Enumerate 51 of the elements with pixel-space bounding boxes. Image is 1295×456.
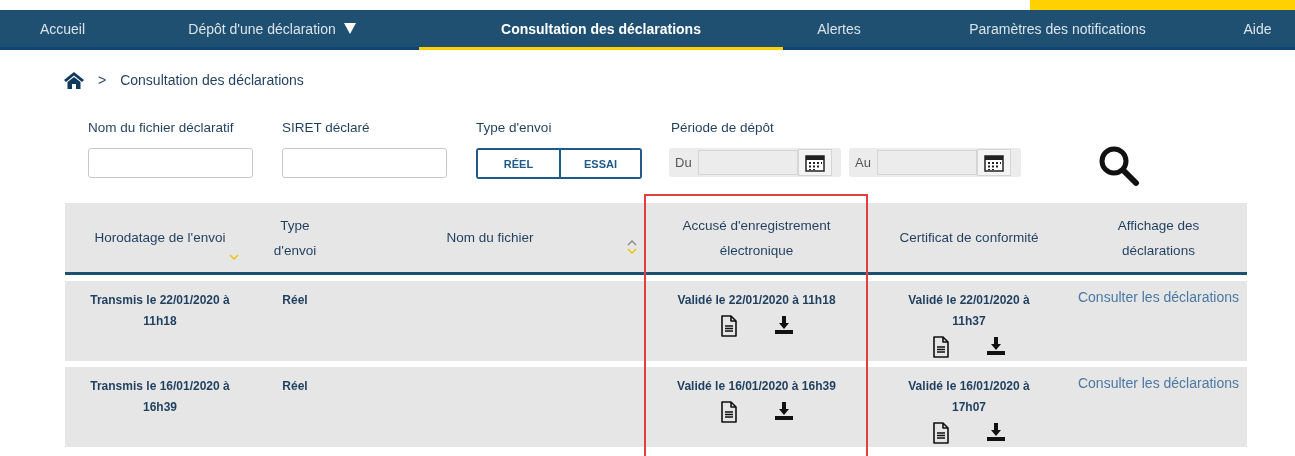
search-icon[interactable] xyxy=(1098,145,1140,187)
sort-icon[interactable] xyxy=(627,240,637,254)
calendar-icon xyxy=(804,153,825,172)
table-cell-text: Validé le 22/01/2020 à 11h18 xyxy=(677,292,836,309)
nav-tab[interactable]: Aide xyxy=(1220,10,1295,50)
download-icon[interactable] xyxy=(773,315,794,335)
table-cell-text: Validé le 16/01/2020 à 16h39 xyxy=(677,378,836,395)
calendar-icon xyxy=(983,153,1004,172)
column-header: Certificat de conformité xyxy=(899,229,1039,247)
document-icon[interactable] xyxy=(719,401,738,423)
input-field[interactable] xyxy=(282,148,447,178)
nav-tab[interactable]: Consultation des déclarations xyxy=(419,10,783,50)
document-icon[interactable] xyxy=(719,315,738,337)
field-label: SIRET déclaré xyxy=(282,120,371,135)
table-cell-text: Réel xyxy=(282,378,308,395)
consult-link[interactable]: Consulter les déclarations xyxy=(1077,373,1240,394)
breadcrumb-current: Consultation des déclarations xyxy=(120,72,304,88)
column-header: Horodatage de l'envoi xyxy=(94,229,226,247)
date-field[interactable] xyxy=(876,150,977,175)
date-field[interactable] xyxy=(697,150,798,175)
field-label: Période de dépôt xyxy=(671,120,775,135)
date-prefix: Du xyxy=(674,155,693,170)
date-prefix: Au xyxy=(854,155,872,170)
calendar-button[interactable] xyxy=(797,149,832,176)
column-header: Nom du fichier xyxy=(446,229,534,247)
field-label: Type d'envoi xyxy=(476,120,553,135)
table-cell-text: Transmis le 22/01/2020 à 11h18 xyxy=(89,292,231,330)
document-icon[interactable] xyxy=(932,336,950,358)
nav-tab[interactable]: Dépôt d'une déclaration xyxy=(125,10,419,50)
download-icon[interactable] xyxy=(773,401,794,421)
nav-tab[interactable]: Accueil xyxy=(0,10,125,50)
column-header: Accusé d'enregistrement électronique xyxy=(681,216,832,260)
table-cell-text: Validé le 16/01/2020 à 17h07 xyxy=(907,378,1031,416)
toggle-button[interactable]: ESSAI xyxy=(559,150,640,177)
consult-link[interactable]: Consulter les déclarations xyxy=(1077,287,1240,308)
table-cell-text: Validé le 22/01/2020 à 11h37 xyxy=(907,292,1031,330)
download-icon[interactable] xyxy=(986,422,1006,442)
download-icon[interactable] xyxy=(986,336,1006,356)
column-header: Affichage des déclarations xyxy=(1116,216,1201,260)
field-label: Nom du fichier déclaratif xyxy=(88,120,235,135)
input-field[interactable] xyxy=(88,148,253,178)
home-icon[interactable] xyxy=(64,71,84,89)
nav-tab[interactable]: Alertes xyxy=(783,10,895,50)
table-cell-text: Réel xyxy=(282,292,308,309)
nav-tab[interactable]: Paramètres des notifications xyxy=(895,10,1220,50)
breadcrumb-separator: > xyxy=(98,72,107,88)
caret-icon xyxy=(343,23,356,34)
calendar-button[interactable] xyxy=(976,149,1011,176)
document-icon[interactable] xyxy=(932,422,950,444)
table-cell-text: Transmis le 16/01/2020 à 16h39 xyxy=(89,378,231,416)
column-header: Type d'envoi xyxy=(272,216,318,260)
